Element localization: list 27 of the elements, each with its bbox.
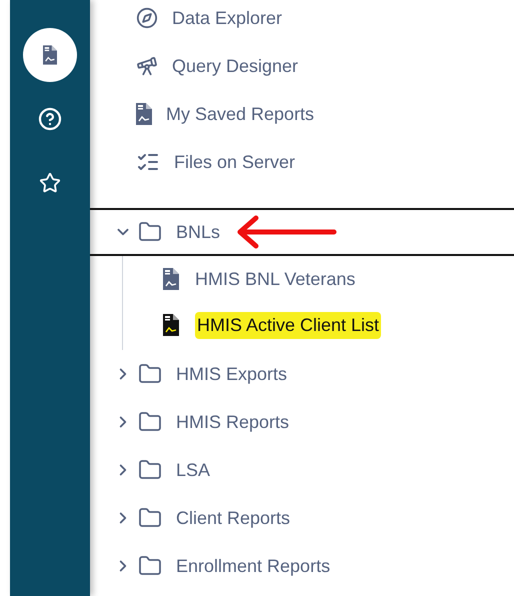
report-icon [163,268,179,290]
report-link[interactable]: HMIS BNL Veterans [123,256,514,302]
menu-link[interactable]: My Saved Reports [90,90,514,138]
folder-icon [138,554,162,578]
report-icon [136,103,152,125]
folder-icon [138,362,162,386]
tree-folder[interactable]: LSA [90,446,210,494]
menu-link[interactable]: Files on Server [90,138,514,186]
star-icon [39,172,61,194]
folder-icon [138,458,162,482]
compass-icon [136,7,158,29]
tree-folder[interactable]: Client Reports [90,494,290,542]
telescope-icon [136,55,158,77]
menu-link[interactable]: Data Explorer [90,0,514,42]
tree-folder[interactable]: HMIS Exports [90,350,288,398]
report-link[interactable]: HMIS Active Client List [123,302,514,348]
report-icon [43,45,57,65]
tree-folder[interactable]: Enrollment Reports [90,542,330,590]
folder-icon [138,506,162,530]
help-icon [38,107,62,131]
tree-folder[interactable]: BNLs [90,210,220,254]
report-icon [163,314,179,336]
tree-folder[interactable]: HMIS Reports [90,398,290,446]
menu-link[interactable]: Query Designer [90,42,514,90]
folder-icon [138,220,162,244]
folder-icon [138,410,162,434]
rail-button[interactable] [23,28,77,82]
